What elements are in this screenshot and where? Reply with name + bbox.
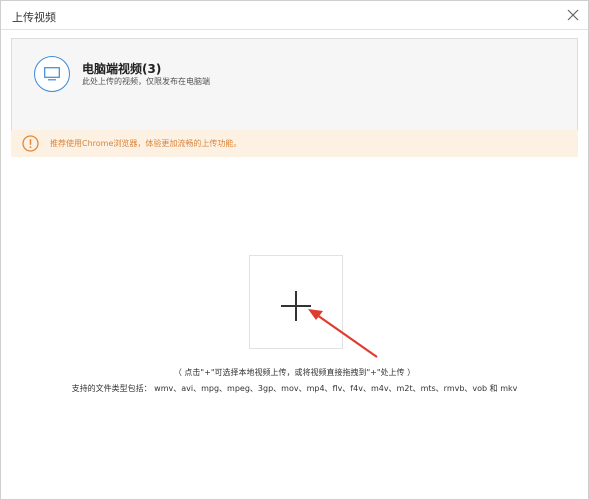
supported-formats: 支持的文件类型包括： wmv、avi、mpg、mpeg、3gp、mov、mp4、… [71, 384, 518, 393]
upload-type-name: 电脑端视频(3) [82, 62, 162, 76]
notice-text: 推荐使用Chrome浏览器，体验更加流畅的上传功能。 [50, 139, 242, 148]
upload-video-dialog: 上传视频 电脑端视频(3) 此处上传的视频，仅限发布在电脑端 推荐使用Chrom… [0, 0, 589, 500]
upload-type-description: 此处上传的视频，仅限发布在电脑端 [82, 77, 210, 86]
close-icon [567, 9, 579, 21]
dialog-title: 上传视频 [12, 11, 56, 24]
warning-icon [22, 135, 39, 152]
title-bar: 上传视频 [1, 1, 588, 30]
close-button[interactable] [564, 6, 582, 24]
monitor-icon [34, 56, 70, 92]
browser-notice: 推荐使用Chrome浏览器，体验更加流畅的上传功能。 [11, 130, 578, 157]
pointer-arrow [308, 309, 378, 358]
upload-hint: （ 点击"+"可选择本地视频上传，或将视频直接拖拽到"+"处上传 ） [173, 368, 416, 377]
